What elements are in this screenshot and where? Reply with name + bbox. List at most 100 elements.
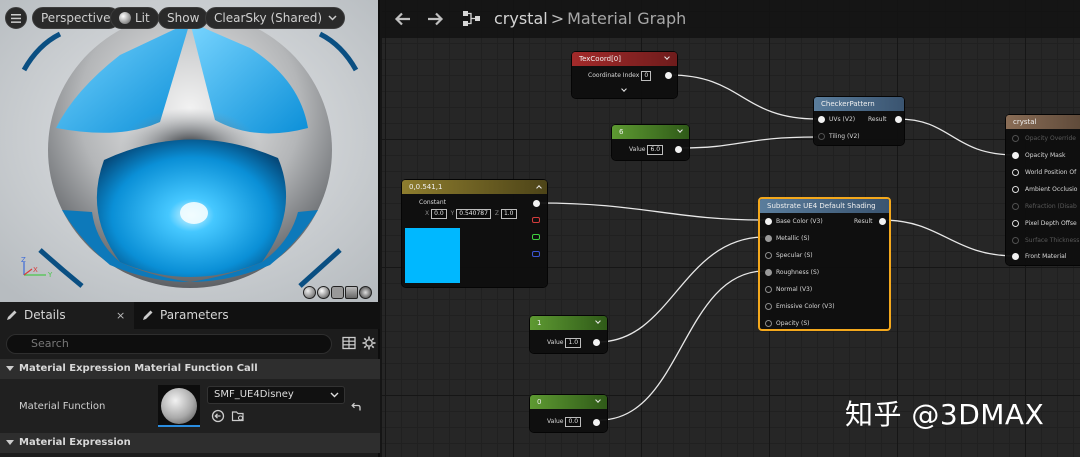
- pin-label-opacity: Opacity (S): [776, 320, 810, 327]
- teapot-shape-icon[interactable]: [359, 286, 372, 299]
- node-texcoord[interactable]: TexCoord[0] Coordinate Index 0: [572, 52, 677, 98]
- perspective-button[interactable]: Perspective: [32, 7, 120, 29]
- constant-value-field[interactable]: 1.0: [565, 338, 582, 348]
- output-pin-r[interactable]: [532, 217, 540, 223]
- param-label: Value: [547, 418, 564, 425]
- output-pin-rgb[interactable]: [533, 200, 540, 207]
- z-field[interactable]: 1.0: [500, 209, 517, 219]
- input-pin-surface-thickness[interactable]: [1012, 237, 1019, 244]
- back-arrow-icon[interactable]: [392, 9, 414, 29]
- input-pin-pixel-depth-offset[interactable]: [1012, 220, 1019, 227]
- viewport-menu-button[interactable]: [5, 7, 27, 29]
- tab-details-label: Details: [24, 308, 66, 322]
- output-pin-b[interactable]: [532, 251, 540, 257]
- coordinate-index-value[interactable]: 0: [641, 71, 652, 81]
- input-pin-metallic[interactable]: [765, 235, 772, 242]
- output-pin-g[interactable]: [532, 234, 540, 240]
- pin-label-roughness: Roughness (S): [776, 269, 820, 276]
- material-graph-canvas[interactable]: crystal > Material Graph TexCoord[0] Coord…: [382, 0, 1080, 457]
- input-pin-refraction[interactable]: [1012, 203, 1019, 210]
- output-pin[interactable]: [675, 146, 682, 153]
- node-checker-pattern[interactable]: CheckerPattern UVs (V2) Tiling (V2) Resu…: [814, 97, 904, 145]
- category-function-call[interactable]: Material Expression Material Function Ca…: [0, 359, 380, 379]
- pencil-icon: [7, 310, 17, 320]
- axis-x-label: X: [33, 266, 38, 274]
- wire-const1-to-metallic: [597, 236, 766, 343]
- param-label: Value: [547, 339, 564, 346]
- input-pin-uvs[interactable]: [818, 116, 825, 123]
- show-button[interactable]: Show: [158, 7, 209, 29]
- collapse-arrow-icon: [6, 366, 14, 371]
- plane-shape-icon[interactable]: [331, 286, 344, 299]
- category-material-expression[interactable]: Material Expression: [0, 433, 380, 453]
- input-pin-opacity-override[interactable]: [1012, 135, 1019, 142]
- wire-const6-to-checker: [679, 136, 818, 149]
- axis-y-label: Y: [48, 271, 53, 279]
- node-constant-1[interactable]: 1 Value 1.0: [530, 316, 607, 353]
- output-pin-result[interactable]: [879, 218, 886, 225]
- input-pin-world-position-offset[interactable]: [1012, 169, 1019, 176]
- output-pin[interactable]: [665, 72, 672, 79]
- pencil-icon: [143, 310, 153, 320]
- chevron-down-icon: [330, 392, 339, 398]
- node-header: TexCoord[0]: [572, 52, 677, 66]
- expand-chevron-icon[interactable]: [621, 86, 627, 92]
- input-pin-emissive[interactable]: [765, 303, 772, 310]
- breadcrumb-asset[interactable]: crystal: [494, 9, 548, 28]
- node-constant-vector[interactable]: 0,0.541,1 Constant X 0.0 Y 0.540787 Z 1.0: [402, 180, 547, 287]
- node-constant-0[interactable]: 0 Value 0.0: [530, 395, 607, 432]
- input-pin-front-material[interactable]: [1012, 253, 1019, 260]
- forward-arrow-icon[interactable]: [424, 9, 446, 29]
- node-substrate-shading[interactable]: Substrate UE4 Default Shading Base Color…: [758, 197, 891, 331]
- output-pin[interactable]: [593, 419, 600, 426]
- input-pin-opacity[interactable]: [765, 320, 772, 327]
- breadcrumb-separator: >: [550, 9, 565, 28]
- sky-dropdown[interactable]: ClearSky (Shared): [205, 7, 346, 29]
- breadcrumb: crystal > Material Graph: [494, 9, 686, 28]
- preview-viewport[interactable]: Perspective Lit Show ClearSky (Shared) Z…: [0, 0, 380, 302]
- color-swatch[interactable]: [405, 228, 460, 283]
- lit-label: Lit: [135, 11, 150, 25]
- cylinder-shape-icon[interactable]: [303, 286, 316, 299]
- pin-label: World Position Of: [1025, 169, 1077, 176]
- use-selected-arrow-icon[interactable]: [211, 409, 225, 423]
- input-pin-opacity-mask[interactable]: [1012, 152, 1019, 159]
- pin-label: Pixel Depth Offse: [1025, 220, 1077, 227]
- close-tab-button[interactable]: ×: [116, 302, 125, 329]
- chevron-down-icon: [328, 15, 337, 21]
- reset-arrow-icon[interactable]: [349, 400, 363, 414]
- node-material-output[interactable]: crystal Opacity Override Opacity Mask Wo…: [1006, 115, 1080, 265]
- cube-shape-icon[interactable]: [345, 286, 358, 299]
- input-pin-basecolor[interactable]: [765, 218, 772, 225]
- y-field[interactable]: 0.540787: [456, 209, 491, 219]
- input-pin-roughness[interactable]: [765, 269, 772, 276]
- z-label: Z: [494, 210, 499, 217]
- table-view-icon[interactable]: [342, 336, 356, 350]
- node-header: CheckerPattern: [814, 97, 904, 111]
- input-pin-normal[interactable]: [765, 286, 772, 293]
- material-function-dropdown[interactable]: SMF_UE4Disney: [207, 386, 345, 404]
- details-panel: Details × Parameters Search Material Exp…: [0, 302, 380, 457]
- search-input[interactable]: Search: [6, 334, 332, 354]
- node-constant-6[interactable]: 6 Value 6.0: [612, 125, 689, 160]
- material-function-thumbnail[interactable]: [158, 385, 200, 427]
- sphere-shape-icon[interactable]: [317, 286, 330, 299]
- pin-label: Opacity Mask: [1025, 152, 1066, 159]
- lit-button[interactable]: Lit: [110, 7, 159, 29]
- input-pin-ambient-occlusion[interactable]: [1012, 186, 1019, 193]
- gear-icon[interactable]: [362, 336, 376, 350]
- output-pin-result[interactable]: [895, 116, 902, 123]
- constant-value-field[interactable]: 0.0: [565, 417, 582, 427]
- tab-parameters[interactable]: Parameters: [136, 302, 296, 329]
- input-pin-specular[interactable]: [765, 252, 772, 259]
- constant-value-field[interactable]: 6.0: [647, 145, 664, 155]
- input-pin-tiling[interactable]: [818, 133, 825, 140]
- x-label: X: [425, 210, 430, 217]
- x-field[interactable]: 0.0: [431, 209, 447, 219]
- output-pin[interactable]: [593, 339, 600, 346]
- category-label: Material Expression: [19, 437, 131, 448]
- tab-details[interactable]: Details: [0, 302, 134, 329]
- pin-label-result: Result: [854, 218, 873, 225]
- node-header: Substrate UE4 Default Shading: [760, 199, 889, 213]
- browse-folder-icon[interactable]: [231, 409, 245, 423]
